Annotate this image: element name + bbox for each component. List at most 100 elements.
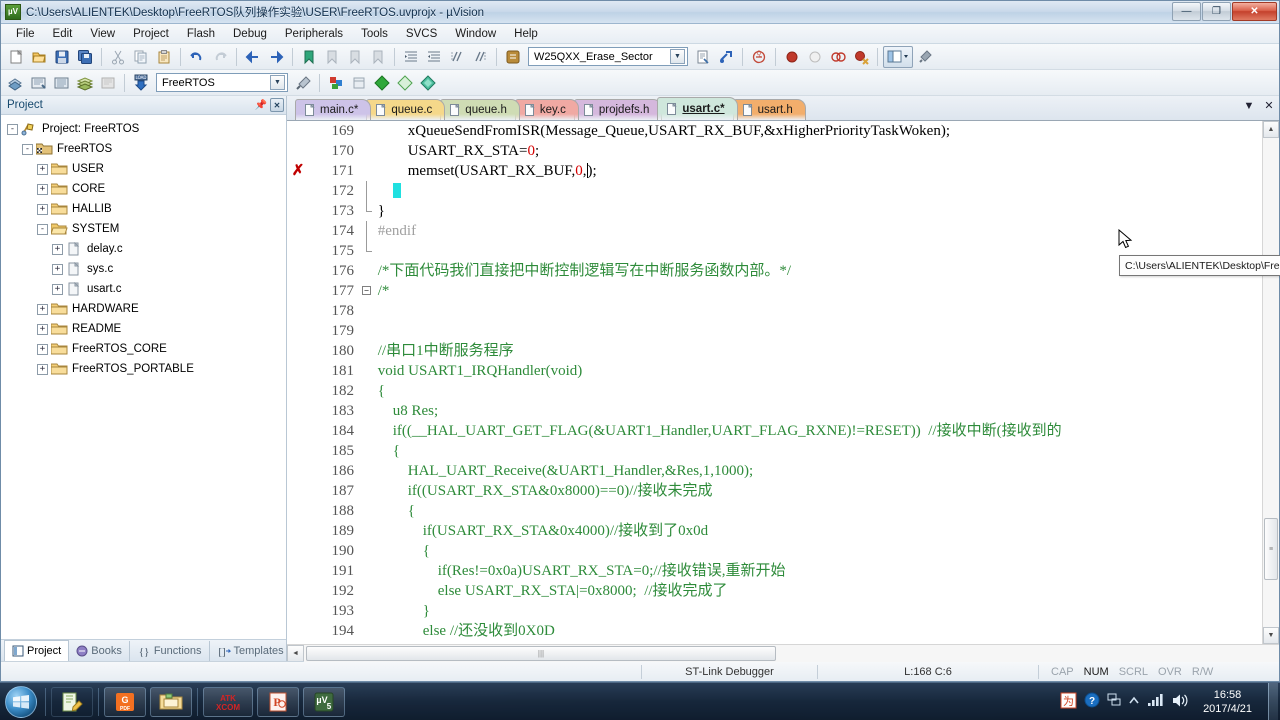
signal-icon[interactable] [1147, 693, 1164, 710]
collapse-toggle-icon[interactable]: - [22, 143, 33, 155]
kill-breakpoint-icon[interactable] [781, 46, 803, 68]
fold-marker[interactable] [361, 181, 374, 201]
panel-tab-books[interactable]: Books [68, 641, 130, 661]
scroll-up-icon[interactable]: ▲ [1263, 121, 1279, 138]
editor-vertical-scrollbar[interactable]: ▲ ≡ ▼ [1262, 121, 1279, 644]
copy-icon[interactable] [130, 46, 152, 68]
sogou-input-icon[interactable]: 为 [1060, 692, 1077, 712]
breakpoint-slot[interactable] [287, 481, 309, 501]
fold-marker[interactable]: − [361, 281, 374, 301]
tree-item-sys-c[interactable]: + sys.c [7, 259, 286, 279]
breakpoint-slot[interactable] [287, 261, 309, 281]
network-tray-icon[interactable] [1107, 692, 1121, 711]
function-navigation-combo[interactable]: W25QXX_Erase_Sector ▼ [528, 47, 688, 66]
code-line[interactable]: if((__HAL_UART_GET_FLAG(&UART1_Handler,U… [374, 421, 1262, 441]
notepadpp-icon[interactable] [51, 686, 93, 717]
breakpoint-slot[interactable] [287, 321, 309, 341]
tree-item-readme[interactable]: + README [7, 319, 286, 339]
indent-increase-icon[interactable] [400, 46, 422, 68]
code-line[interactable]: void USART1_IRQHandler(void) [374, 361, 1262, 381]
code-line[interactable] [374, 181, 1262, 201]
editor-tab-key-c[interactable]: key.c [514, 99, 579, 120]
fold-marker[interactable] [361, 461, 374, 481]
expand-toggle-icon[interactable]: + [52, 263, 63, 275]
fold-collapse-box[interactable]: − [362, 286, 371, 295]
tree-item-system[interactable]: - SYSTEM [7, 219, 286, 239]
tree-item-freertos-portable[interactable]: + FreeRTOS_PORTABLE [7, 359, 286, 379]
fold-marker[interactable] [361, 481, 374, 501]
code-viewport[interactable]: ✗ 169 170 171 172 173 174 175 176 177 178 179 180 18… [287, 121, 1262, 644]
breakpoint-slot[interactable] [287, 381, 309, 401]
menu-item-help[interactable]: Help [505, 26, 547, 42]
taskbar-clock[interactable]: 16:58 2017/4/21 [1195, 688, 1260, 716]
collapse-toggle-icon[interactable]: - [7, 123, 18, 135]
build-target-icon[interactable] [28, 72, 50, 94]
expand-toggle-icon[interactable]: + [52, 283, 63, 295]
fold-marker[interactable] [361, 521, 374, 541]
window-layout-icon[interactable] [883, 45, 913, 68]
menu-item-flash[interactable]: Flash [178, 26, 224, 42]
horizontal-scroll-thumb[interactable]: ||| [306, 645, 776, 661]
expand-toggle-icon[interactable]: + [37, 203, 48, 215]
download-to-flash-icon[interactable]: LOAD [130, 72, 152, 94]
uncomment-icon[interactable] [469, 46, 491, 68]
close-icon[interactable]: ✕ [270, 98, 284, 112]
fold-marker[interactable] [361, 161, 374, 181]
indent-decrease-icon[interactable] [423, 46, 445, 68]
code-line[interactable]: xQueueSendFromISR(Message_Queue,USART_RX… [374, 121, 1262, 141]
pin-icon[interactable]: 📌 [254, 98, 268, 112]
close-icon[interactable]: ✕ [1262, 99, 1276, 112]
breakpoint-slot[interactable] [287, 241, 309, 261]
expand-toggle-icon[interactable]: + [52, 243, 63, 255]
save-all-icon[interactable] [74, 46, 96, 68]
new-component-icon[interactable] [394, 72, 416, 94]
expand-toggle-icon[interactable]: + [37, 303, 48, 315]
panel-tab-functions[interactable]: {} Functions [128, 641, 210, 661]
breakpoint-slot[interactable] [287, 341, 309, 361]
expand-toggle-icon[interactable]: + [37, 363, 48, 375]
project-tree[interactable]: - Project: FreeRTOS - FreeRTOS + USER + CORE + HA… [1, 115, 286, 639]
undo-icon[interactable] [186, 46, 208, 68]
expand-toggle-icon[interactable]: + [37, 343, 48, 355]
scroll-left-icon[interactable]: ◄ [287, 644, 304, 662]
chevron-down-icon[interactable]: ▼ [1242, 100, 1256, 112]
paste-icon[interactable] [153, 46, 175, 68]
breakpoint-slot[interactable] [287, 561, 309, 581]
expand-toggle-icon[interactable]: + [37, 183, 48, 195]
close-button[interactable]: ✕ [1232, 2, 1277, 21]
maximize-button[interactable]: ❐ [1202, 2, 1231, 21]
code-line[interactable]: u8 Res; [374, 401, 1262, 421]
collapse-toggle-icon[interactable]: - [37, 223, 48, 235]
fold-marker[interactable] [361, 581, 374, 601]
breakpoint-slot[interactable] [287, 601, 309, 621]
breakpoint-slot[interactable] [287, 181, 309, 201]
code-line[interactable]: if((USART_RX_STA&0x8000)==0)//接收未完成 [374, 481, 1262, 501]
pack-installer-icon[interactable] [348, 72, 370, 94]
scroll-down-icon[interactable]: ▼ [1263, 627, 1279, 644]
fold-marker[interactable] [361, 601, 374, 621]
bookmark-prev-icon[interactable] [321, 46, 343, 68]
menu-item-tools[interactable]: Tools [352, 26, 397, 42]
stop-build-icon[interactable] [97, 72, 119, 94]
navigate-forward-icon[interactable] [265, 46, 287, 68]
expand-toggle-icon[interactable]: + [37, 323, 48, 335]
breakpoint-slot[interactable] [287, 621, 309, 641]
fold-marker[interactable] [361, 121, 374, 141]
panel-tab-templates[interactable]: [] Templates [208, 641, 292, 661]
file-explorer-icon[interactable] [150, 686, 192, 717]
code-line[interactable]: } [374, 601, 1262, 621]
vertical-scroll-track[interactable]: ≡ [1263, 138, 1279, 627]
code-line[interactable]: else //还没收到0X0D [374, 621, 1262, 641]
breakpoint-slot[interactable] [287, 361, 309, 381]
breakpoint-slot[interactable] [287, 121, 309, 141]
code-line[interactable]: } [374, 201, 1262, 221]
navigate-back-icon[interactable] [242, 46, 264, 68]
fold-marker[interactable] [361, 421, 374, 441]
fold-marker[interactable] [361, 261, 374, 281]
cut-icon[interactable] [107, 46, 129, 68]
code-line[interactable]: { [374, 441, 1262, 461]
multi-project-icon[interactable] [371, 72, 393, 94]
breakpoint-slot[interactable] [287, 421, 309, 441]
powerpoint-icon[interactable]: P [257, 686, 299, 717]
breakpoint-slot[interactable] [287, 541, 309, 561]
